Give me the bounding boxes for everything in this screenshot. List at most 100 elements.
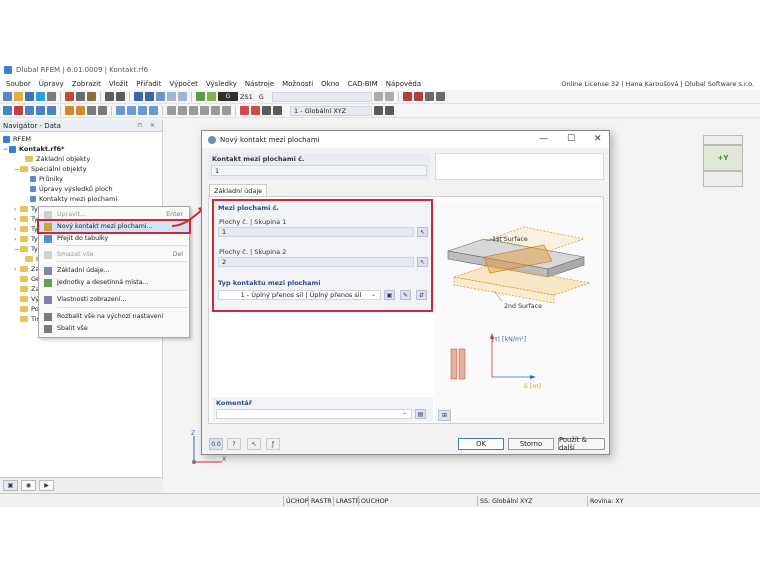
cut-icon[interactable] xyxy=(65,92,74,101)
menu-item[interactable]: Okno xyxy=(317,80,343,88)
view-cube-top[interactable] xyxy=(703,135,743,145)
pin-close-icon[interactable]: ⊓ ✕ xyxy=(137,122,162,129)
comment-library-icon[interactable]: ▤ xyxy=(415,409,426,419)
view-cube-front[interactable]: +Y xyxy=(703,145,743,171)
load-case-select[interactable] xyxy=(271,91,372,102)
measure-icon[interactable] xyxy=(167,106,176,115)
scale-icon[interactable] xyxy=(149,106,158,115)
help-icon[interactable]: ? xyxy=(227,438,241,450)
context-menu-item[interactable]: Upravit... Enter xyxy=(39,209,189,220)
context-menu-item[interactable]: Smazat vše Del xyxy=(39,249,189,260)
tree-root[interactable]: RFEM xyxy=(3,134,31,144)
cloud-icon[interactable] xyxy=(36,92,45,101)
sort-icon[interactable] xyxy=(240,106,249,115)
open-icon[interactable] xyxy=(14,92,23,101)
rotate-icon[interactable] xyxy=(127,106,136,115)
move-icon[interactable] xyxy=(116,106,125,115)
formula-icon[interactable]: ƒ xyxy=(266,438,280,450)
edit-type-icon[interactable]: ✎ xyxy=(400,290,411,300)
support-icon[interactable] xyxy=(65,106,74,115)
print-icon[interactable] xyxy=(47,92,56,101)
decimal-icon[interactable]: 0.0 xyxy=(209,438,223,450)
dropdown-chevron-icon[interactable]: ⌄ xyxy=(371,291,376,298)
surface-icon[interactable] xyxy=(36,106,45,115)
pointer-icon[interactable] xyxy=(385,106,394,115)
tree-item[interactable]: − Speciální objekty xyxy=(14,164,86,174)
pick-surface1-icon[interactable]: ↖ xyxy=(417,227,428,237)
redo-icon[interactable] xyxy=(116,92,125,101)
view-cube[interactable]: +Y xyxy=(703,135,743,187)
snap-icon[interactable] xyxy=(211,106,220,115)
name-field[interactable] xyxy=(435,153,604,180)
section-icon[interactable] xyxy=(98,106,107,115)
select-object-icon[interactable]: ↖ xyxy=(247,438,261,450)
tree-item[interactable]: Průniky xyxy=(24,174,63,184)
view-grid-icon[interactable] xyxy=(156,92,165,101)
line-icon[interactable] xyxy=(14,106,23,115)
context-menu-item[interactable]: Nový kontakt mezi plochami... xyxy=(37,219,191,234)
results-icon[interactable] xyxy=(207,92,216,101)
contact-type-select[interactable]: 1 - Úplný přenos sil | Úplný přenos sil xyxy=(218,290,381,300)
node-icon[interactable] xyxy=(3,106,12,115)
comment-chevron-icon[interactable]: ⌄ xyxy=(402,409,407,416)
window-icon[interactable] xyxy=(273,106,282,115)
prev-icon[interactable] xyxy=(373,92,383,101)
context-menu-item[interactable]: Přejít do tabulky xyxy=(39,233,189,244)
menu-item[interactable]: Nástroje xyxy=(241,80,278,88)
view-icon[interactable] xyxy=(134,92,143,101)
lock-icon[interactable] xyxy=(262,106,271,115)
menu-item[interactable]: Nápověda xyxy=(382,80,425,88)
guide-icon[interactable] xyxy=(200,106,209,115)
display-tab-icon[interactable]: ◉ xyxy=(21,480,36,491)
view-list-icon[interactable] xyxy=(167,92,176,101)
member-icon[interactable] xyxy=(25,106,34,115)
minimize-icon[interactable]: — xyxy=(539,134,548,144)
copy-icon[interactable] xyxy=(76,92,85,101)
comment-field[interactable] xyxy=(216,409,412,419)
zoom-icon[interactable] xyxy=(424,92,434,101)
new-icon[interactable] xyxy=(3,92,12,101)
pick-surface2-icon[interactable]: ↖ xyxy=(417,257,428,267)
tree-item[interactable]: Kontakty mezi plochami xyxy=(24,194,117,204)
context-menu-item[interactable]: Jednotky a desetinná místa... xyxy=(39,277,189,288)
ok-button[interactable]: OK xyxy=(458,438,504,450)
library-type-icon[interactable]: ⇵ xyxy=(416,290,427,300)
tree-model[interactable]: − Kontakt.rf6* xyxy=(3,144,64,154)
dimension-icon[interactable] xyxy=(178,106,187,115)
tree-item[interactable]: Základní objekty xyxy=(19,154,90,164)
diagram-info-icon[interactable]: ⊞ xyxy=(438,410,451,421)
close-icon[interactable]: ✕ xyxy=(594,134,602,144)
group1-field[interactable]: 1 xyxy=(218,227,414,237)
maximize-icon[interactable]: ☐ xyxy=(567,134,575,144)
views-tab-icon[interactable]: ▶ xyxy=(39,480,54,491)
view-panel-icon[interactable] xyxy=(178,92,187,101)
menu-item[interactable]: Přiřadit xyxy=(132,80,165,88)
menu-item[interactable]: Možnosti xyxy=(278,80,317,88)
context-menu-item[interactable]: Vlastnosti zobrazení... xyxy=(39,294,189,305)
display-icon[interactable] xyxy=(402,92,412,101)
view-cube-bottom[interactable] xyxy=(703,171,743,187)
tree-item[interactable]: Úpravy výsledků ploch xyxy=(24,184,113,194)
new-type-icon[interactable]: ▣ xyxy=(384,290,395,300)
save-icon[interactable] xyxy=(25,92,34,101)
cancel-button[interactable]: Storno xyxy=(508,438,554,450)
material-icon[interactable] xyxy=(87,106,96,115)
select-icon[interactable] xyxy=(251,106,260,115)
mirror-icon[interactable] xyxy=(138,106,147,115)
menu-item[interactable]: Výpočet xyxy=(166,80,202,88)
paste-icon[interactable] xyxy=(87,92,96,101)
menu-item[interactable]: Vložit xyxy=(105,80,132,88)
axis-icon[interactable] xyxy=(374,106,383,115)
status-toggle[interactable]: RASTR xyxy=(308,496,334,506)
next-icon[interactable] xyxy=(384,92,394,101)
number-field[interactable]: 1 xyxy=(211,165,427,176)
calc-icon[interactable] xyxy=(196,92,205,101)
menu-item[interactable]: Úpravy xyxy=(35,80,68,88)
context-menu-item[interactable]: Rozbalit vše na výchozí nastavení xyxy=(39,311,189,322)
hinge-icon[interactable] xyxy=(76,106,85,115)
grid-icon[interactable] xyxy=(222,106,231,115)
context-menu-item[interactable]: Sbalit vše xyxy=(39,323,189,334)
menu-item[interactable]: Výsledky xyxy=(202,80,241,88)
data-tab-icon[interactable]: ▣ xyxy=(3,480,18,491)
menu-item[interactable]: Soubor xyxy=(2,80,35,88)
